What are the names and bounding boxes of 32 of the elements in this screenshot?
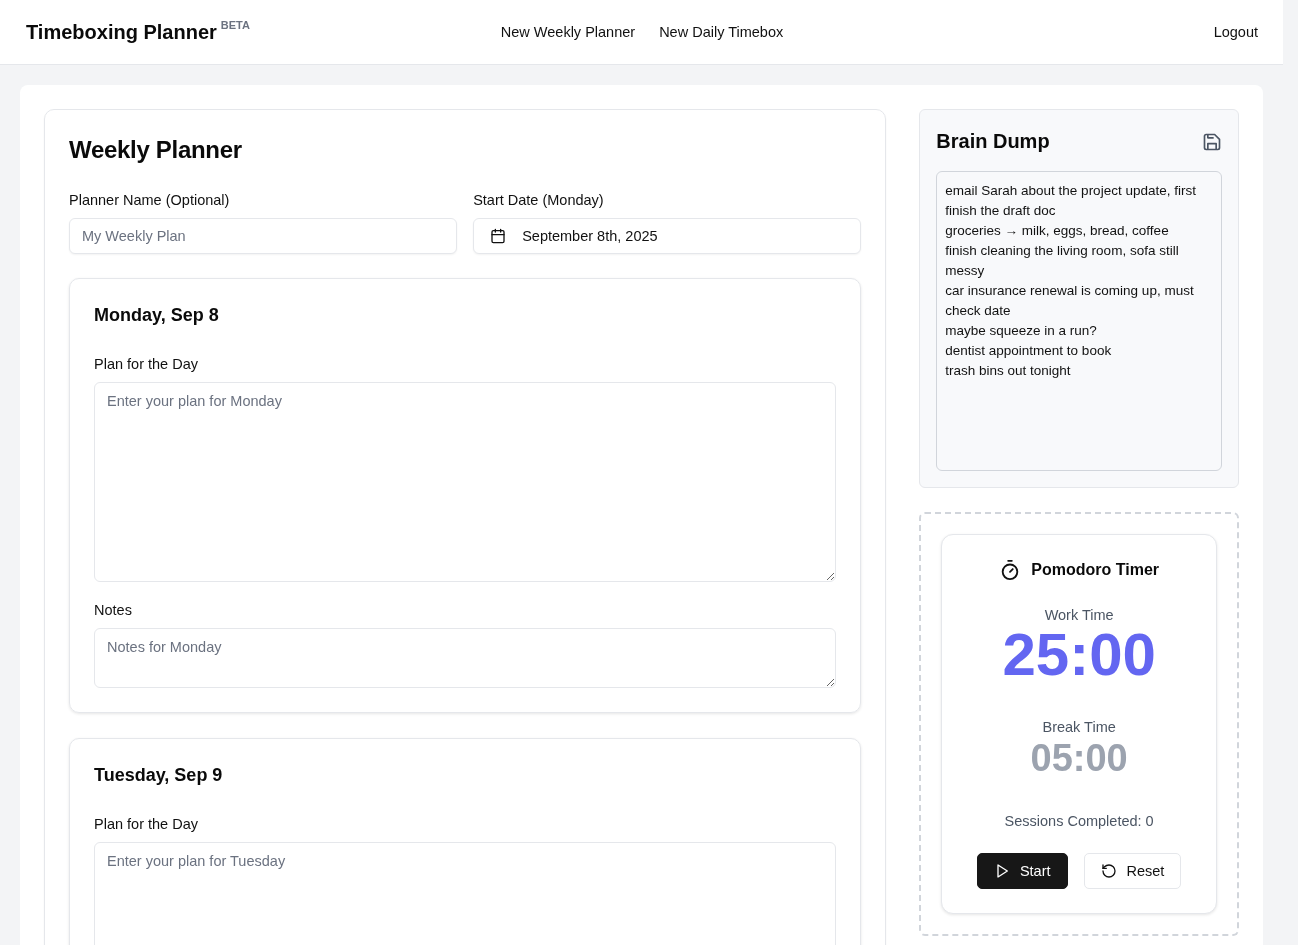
field-label: Plan for the Day — [94, 356, 199, 372]
save-icon — [1202, 131, 1222, 152]
beta-label: BETA — [220, 18, 250, 31]
day-title: Monday, Sep 8 — [94, 305, 220, 326]
start-button[interactable]: Start — [976, 853, 1068, 889]
timer-label: Break Time — [1042, 719, 1116, 735]
notes-field[interactable]: Notes for Monday — [94, 628, 837, 688]
timer-title: Pomodoro Timer — [1031, 561, 1159, 579]
planner-name-field[interactable]: My Weekly Plan — [69, 218, 458, 254]
reset-button[interactable]: Reset — [1083, 853, 1182, 889]
field-label: Notes — [94, 602, 133, 618]
field-label: Planner Name (Optional) — [69, 192, 231, 208]
reset-icon — [1100, 863, 1117, 879]
save-button[interactable] — [1202, 131, 1222, 152]
sessions-count: Sessions Completed: 0 — [1004, 813, 1154, 829]
brain-dump-field[interactable]: email Sarah about the project update, first finish the draft doc groceries → milk, eggs, bread, coffee finish cleaning the living room, sofa still messy car insurance renewal is coming up, must check date maybe squeeze in a run? dentist appointment to book trash bins out tonight — [936, 171, 1222, 471]
nav-link[interactable]: New Weekly Planner — [500, 24, 636, 40]
brain-dump-title: Brain Dump — [936, 130, 1050, 153]
day-title: Tuesday, Sep 9 — [94, 765, 224, 786]
timer-value: 25:00 — [1002, 625, 1156, 685]
plan-field[interactable]: Enter your plan for Tuesday — [94, 842, 837, 945]
app-title: Timeboxing Planner — [26, 20, 217, 44]
planner-title: Weekly Planner — [69, 136, 243, 164]
nav-link[interactable]: New Daily Timebox — [659, 24, 784, 40]
timer-value: 05:00 — [1030, 739, 1128, 777]
field-label: Start Date (Monday) — [473, 192, 605, 208]
plan-field[interactable]: Enter your plan for Monday — [94, 382, 837, 582]
date-picker-button[interactable]: September 8th, 2025 — [473, 218, 862, 254]
timer-label: Work Time — [1044, 607, 1114, 623]
logout-link[interactable]: Logout — [1213, 24, 1258, 40]
field-label: Plan for the Day — [94, 816, 199, 832]
calendar-icon — [490, 228, 507, 244]
